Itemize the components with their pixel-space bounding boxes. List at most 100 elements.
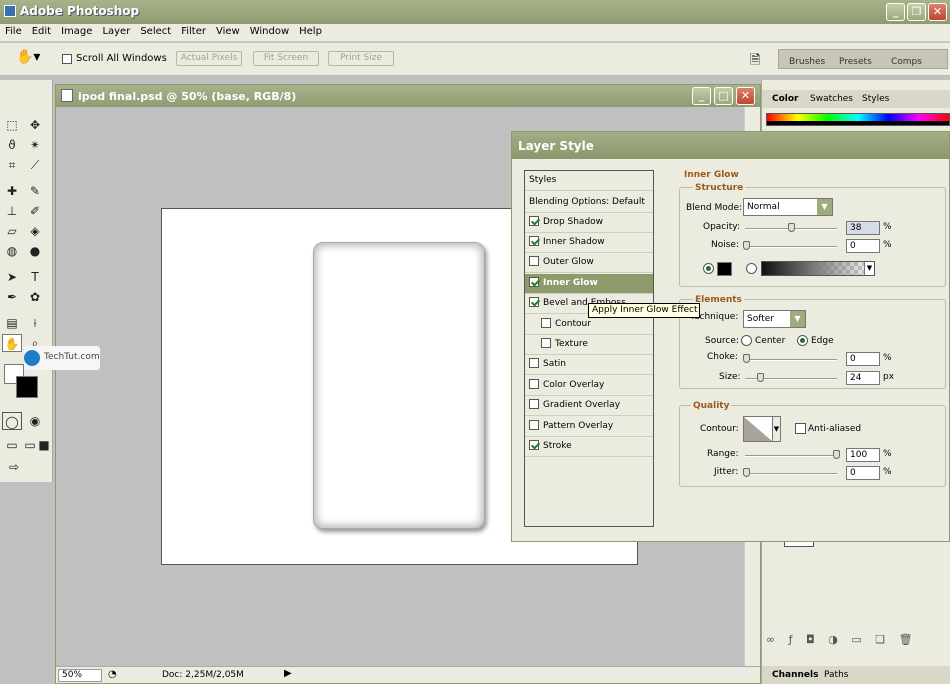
status-menu-icon[interactable]: ◔ bbox=[108, 669, 117, 680]
satin-checkbox[interactable] bbox=[529, 357, 539, 368]
technique-select[interactable]: Softer ▼ bbox=[743, 310, 806, 328]
opacity-slider-thumb[interactable] bbox=[788, 223, 795, 232]
color-overlay-checkbox[interactable] bbox=[529, 378, 539, 389]
contour-picker[interactable] bbox=[743, 416, 773, 442]
jitter-slider[interactable] bbox=[743, 468, 837, 477]
inner-glow-checkbox[interactable] bbox=[529, 276, 539, 287]
style-item-inner-shadow[interactable]: Inner Shadow bbox=[525, 233, 653, 253]
contour-dropdown-icon[interactable]: ▼ bbox=[772, 416, 781, 442]
doc-maximize-button[interactable]: □ bbox=[714, 87, 733, 105]
jitter-slider-thumb[interactable] bbox=[743, 468, 750, 477]
file-browser-icon[interactable]: 🗎 bbox=[750, 51, 760, 73]
noise-input[interactable]: 0 bbox=[846, 239, 880, 253]
tab-paths[interactable]: Paths bbox=[824, 670, 848, 680]
tab-channels[interactable]: Channels bbox=[772, 670, 818, 680]
layer-mask-icon[interactable]: ◘ bbox=[806, 633, 815, 646]
screen-mode-full-icon[interactable]: ■ bbox=[34, 436, 54, 454]
scroll-all-windows-checkbox[interactable] bbox=[62, 54, 72, 64]
blend-mode-select[interactable]: Normal ▼ bbox=[743, 198, 833, 216]
inner-shadow-checkbox[interactable] bbox=[529, 235, 539, 246]
minimize-button[interactable]: _ bbox=[886, 3, 905, 21]
style-item-gradient-overlay[interactable]: Gradient Overlay bbox=[525, 396, 653, 416]
print-size-button[interactable]: Print Size bbox=[328, 51, 394, 66]
lasso-tool-icon[interactable]: ϑ bbox=[2, 136, 22, 154]
menu-select[interactable]: Select bbox=[135, 24, 176, 39]
blending-options[interactable]: Blending Options: Default bbox=[525, 193, 653, 213]
stroke-checkbox[interactable] bbox=[529, 439, 539, 450]
dodge-tool-icon[interactable]: ● bbox=[25, 242, 45, 260]
style-item-contour[interactable]: Contour bbox=[525, 315, 653, 335]
quick-mask-mode-icon[interactable]: ◉ bbox=[25, 412, 45, 430]
gradient-dropdown-icon[interactable]: ▼ bbox=[864, 262, 874, 275]
style-item-pattern-overlay[interactable]: Pattern Overlay bbox=[525, 417, 653, 437]
choke-slider[interactable] bbox=[743, 354, 837, 363]
menu-view[interactable]: View bbox=[211, 24, 245, 39]
glow-color-swatch[interactable] bbox=[717, 262, 732, 276]
menu-layer[interactable]: Layer bbox=[97, 24, 135, 39]
style-item-outer-glow[interactable]: Outer Glow bbox=[525, 253, 653, 273]
notes-tool-icon[interactable]: ▤ bbox=[2, 314, 22, 332]
history-brush-tool-icon[interactable]: ✐ bbox=[25, 202, 45, 220]
status-arrow-icon[interactable]: ▶ bbox=[284, 668, 292, 679]
new-group-icon[interactable]: ▭ bbox=[851, 633, 861, 646]
standard-mode-icon[interactable]: ◯ bbox=[2, 412, 22, 430]
magic-wand-tool-icon[interactable]: ✴ bbox=[25, 136, 45, 154]
style-item-drop-shadow[interactable]: Drop Shadow bbox=[525, 213, 653, 233]
menu-edit[interactable]: Edit bbox=[27, 24, 56, 39]
hand-tool-preset-icon[interactable]: ✋▾ bbox=[16, 49, 40, 65]
move-tool-icon[interactable]: ✥ bbox=[25, 116, 45, 134]
menu-image[interactable]: Image bbox=[56, 24, 97, 39]
jump-to-imageready-icon[interactable]: ⇨ bbox=[4, 458, 24, 476]
noise-slider-thumb[interactable] bbox=[743, 241, 750, 250]
paint-bucket-tool-icon[interactable]: ◈ bbox=[25, 222, 45, 240]
styles-header[interactable]: Styles bbox=[525, 171, 653, 191]
outer-glow-checkbox[interactable] bbox=[529, 255, 539, 266]
path-selection-tool-icon[interactable]: ➤ bbox=[2, 268, 22, 286]
marquee-tool-icon[interactable]: ⬚ bbox=[2, 116, 22, 134]
crop-tool-icon[interactable]: ⌗ bbox=[2, 156, 22, 174]
screen-mode-standard-icon[interactable]: ▭ bbox=[2, 436, 22, 454]
new-layer-icon[interactable]: ❏ bbox=[875, 633, 885, 646]
choke-slider-thumb[interactable] bbox=[743, 354, 750, 363]
range-input[interactable]: 100 bbox=[846, 448, 880, 462]
background-color-swatch[interactable] bbox=[16, 376, 38, 398]
tab-comps[interactable]: Comps bbox=[891, 57, 922, 67]
adjustment-layer-icon[interactable]: ◑ bbox=[828, 633, 838, 646]
zoom-level-field[interactable]: 50% bbox=[58, 669, 102, 682]
tab-swatches[interactable]: Swatches bbox=[810, 94, 853, 104]
noise-slider[interactable] bbox=[743, 241, 837, 250]
tab-color[interactable]: Color bbox=[772, 94, 799, 104]
opacity-slider[interactable] bbox=[745, 223, 837, 232]
menu-file[interactable]: File bbox=[0, 24, 27, 39]
tab-brushes[interactable]: Brushes bbox=[789, 57, 825, 67]
pen-tool-icon[interactable]: ✒ bbox=[2, 288, 22, 306]
doc-close-button[interactable]: ✕ bbox=[736, 87, 755, 105]
style-item-stroke[interactable]: Stroke bbox=[525, 437, 653, 457]
size-slider-thumb[interactable] bbox=[757, 373, 764, 382]
doc-minimize-button[interactable]: _ bbox=[692, 87, 711, 105]
type-tool-icon[interactable]: T bbox=[25, 268, 45, 286]
glow-gradient-picker[interactable]: ▼ bbox=[761, 261, 875, 276]
source-edge-radio[interactable] bbox=[797, 335, 808, 346]
gradient-radio[interactable] bbox=[746, 263, 757, 274]
color-spectrum[interactable] bbox=[766, 113, 950, 126]
tab-styles[interactable]: Styles bbox=[862, 94, 889, 104]
actual-pixels-button[interactable]: Actual Pixels bbox=[176, 51, 242, 66]
style-item-inner-glow[interactable]: Inner Glow bbox=[525, 274, 653, 294]
jitter-input[interactable]: 0 bbox=[846, 466, 880, 480]
opacity-input[interactable]: 38 bbox=[846, 221, 880, 235]
style-item-color-overlay[interactable]: Color Overlay bbox=[525, 376, 653, 396]
menu-help[interactable]: Help bbox=[294, 24, 327, 39]
layer-style-icon[interactable]: ƒ bbox=[789, 633, 793, 646]
slice-tool-icon[interactable]: ⟋ bbox=[25, 156, 45, 174]
pattern-overlay-checkbox[interactable] bbox=[529, 419, 539, 430]
eraser-tool-icon[interactable]: ▱ bbox=[2, 222, 22, 240]
custom-shape-tool-icon[interactable]: ✿ bbox=[25, 288, 45, 306]
menu-filter[interactable]: Filter bbox=[176, 24, 211, 39]
gradient-overlay-checkbox[interactable] bbox=[529, 398, 539, 409]
texture-checkbox[interactable] bbox=[541, 337, 551, 348]
delete-layer-icon[interactable]: 🗑 bbox=[899, 633, 913, 646]
tab-presets[interactable]: Presets bbox=[839, 57, 872, 67]
eyedropper-tool-icon[interactable]: ⟊ bbox=[25, 314, 45, 332]
choke-input[interactable]: 0 bbox=[846, 352, 880, 366]
